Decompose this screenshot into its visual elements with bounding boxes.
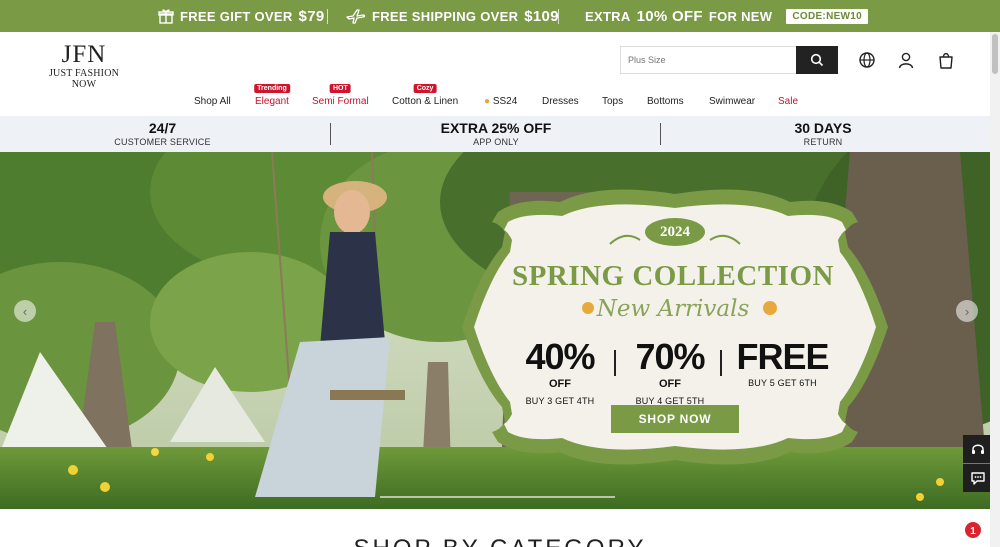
offer-free: FREE BUY 5 GET 6TH xyxy=(735,339,830,389)
nav-label: Swimwear xyxy=(709,96,756,107)
search-icon xyxy=(810,53,824,67)
offer-condition: BUY 3 GET 4TH xyxy=(525,396,595,406)
collection-title: SPRING COLLECTION xyxy=(512,260,834,292)
promo-divider xyxy=(327,9,328,24)
service-app-offer[interactable]: EXTRA 25% OFF APP ONLY xyxy=(420,121,572,147)
service-divider xyxy=(330,123,331,145)
site-logo[interactable]: JFN JUST FASHION NOW xyxy=(36,41,132,91)
promo-new-amount: 10% OFF xyxy=(636,7,703,25)
nav-label: Semi Formal xyxy=(312,96,369,107)
section-title: SHOP BY CATEGORY xyxy=(0,535,1000,547)
service-title: 24/7 xyxy=(148,120,177,136)
offer-divider xyxy=(720,350,722,376)
chevron-left-icon: ‹ xyxy=(22,303,28,319)
nav-badge-hot: HOT xyxy=(329,84,351,93)
nav-label: Elegant xyxy=(255,96,289,107)
promo-free-shipping-amount: $109 xyxy=(524,7,559,25)
chat-button[interactable] xyxy=(963,464,993,492)
bag-icon[interactable] xyxy=(937,51,955,69)
logo-mark: JFN xyxy=(61,41,107,68)
service-customer[interactable]: 24/7 CUSTOMER SERVICE xyxy=(105,121,220,147)
nav-item-elegant[interactable]: Trending Elegant xyxy=(254,84,290,107)
logo-subtitle: JUST FASHION NOW xyxy=(48,68,120,90)
nav-item-shop-all[interactable]: Shop All xyxy=(194,96,231,107)
offer-divider xyxy=(614,350,616,376)
promo-new-post: FOR NEW xyxy=(708,8,773,24)
chevron-right-icon: › xyxy=(964,303,970,319)
nav-badge-cozy: Cozy xyxy=(413,84,437,93)
offer-40-off: 40%OFF BUY 3 GET 4TH xyxy=(515,339,605,407)
collection-year: 2024 xyxy=(645,218,705,246)
nav-item-swimwear[interactable]: Swimwear xyxy=(709,96,755,107)
search-button[interactable] xyxy=(796,46,838,74)
offer-percent: FREE xyxy=(736,336,829,377)
promo-free-gift-text: FREE GIFT OVER xyxy=(180,8,293,24)
offer-percent: 70% xyxy=(635,336,705,377)
offer-70-off: 70%OFF BUY 4 GET 5TH xyxy=(625,339,715,407)
promo-free-gift[interactable]: FREE GIFT OVER $79 xyxy=(158,0,324,32)
promo-code-badge: CODE:NEW10 xyxy=(786,8,869,24)
sun-emoji-icon: ● xyxy=(484,96,491,107)
service-subtitle: APP ONLY xyxy=(473,137,519,147)
nav-label: Dresses xyxy=(542,96,579,107)
offer-percent: 40% xyxy=(525,336,595,377)
service-divider xyxy=(660,123,661,145)
carousel-next-button[interactable]: › xyxy=(956,300,978,322)
nav-label: Bottoms xyxy=(647,96,684,107)
offer-condition: BUY 5 GET 6TH xyxy=(748,378,817,388)
promo-free-shipping-text: FREE SHIPPING OVER xyxy=(372,8,519,24)
gift-icon xyxy=(158,9,174,24)
scrollbar-thumb[interactable] xyxy=(992,34,998,74)
search-input[interactable] xyxy=(621,47,796,73)
nav-label: SS24 xyxy=(492,96,518,107)
headset-icon xyxy=(972,444,984,454)
promo-bar: FREE GIFT OVER $79 FREE SHIPPING OVER $1… xyxy=(0,0,1000,32)
promo-divider xyxy=(558,9,559,24)
globe-icon[interactable] xyxy=(858,51,876,69)
promo-new-customer[interactable]: EXTRA 10% OFF FOR NEW CODE:NEW10 xyxy=(585,0,869,32)
search-bar xyxy=(620,46,838,74)
collection-subtitle: New Arrivals xyxy=(596,296,750,322)
promo-free-gift-amount: $79 xyxy=(298,7,325,25)
nav-label: Tops xyxy=(602,96,624,107)
nav-label: Cotton & Linen xyxy=(392,96,459,107)
offer-off-label: OFF xyxy=(659,378,681,390)
main-nav: Shop All Trending Elegant HOT Semi Formal … xyxy=(0,84,1000,116)
chat-icon xyxy=(971,472,985,485)
carousel-indicator[interactable] xyxy=(380,496,615,498)
carousel-prev-button[interactable]: ‹ xyxy=(14,300,36,322)
nav-label: Sale xyxy=(778,96,799,107)
nav-badge-trending: Trending xyxy=(254,84,290,93)
nav-item-ss24[interactable]: ● SS24 xyxy=(484,96,517,107)
customer-support-button[interactable] xyxy=(963,435,993,463)
nav-item-bottoms[interactable]: Bottoms xyxy=(647,96,684,107)
page-scrollbar[interactable] xyxy=(990,32,1000,547)
service-returns[interactable]: 30 DAYS RETURN xyxy=(773,121,873,147)
promo-free-shipping[interactable]: FREE SHIPPING OVER $109 xyxy=(346,0,559,32)
nav-item-dresses[interactable]: Dresses xyxy=(542,96,579,107)
notification-badge[interactable]: 1 xyxy=(963,520,983,540)
service-strip: 24/7 CUSTOMER SERVICE EXTRA 25% OFF APP … xyxy=(0,116,1000,152)
nav-item-tops[interactable]: Tops xyxy=(602,96,623,107)
user-icon[interactable] xyxy=(897,51,915,69)
promo-new-pre: EXTRA xyxy=(585,8,631,24)
hero-background xyxy=(0,152,1000,509)
service-subtitle: CUSTOMER SERVICE xyxy=(114,137,211,147)
offer-off-label: OFF xyxy=(549,378,571,390)
service-title: EXTRA 25% OFF xyxy=(440,120,552,136)
nav-item-semi-formal[interactable]: HOT Semi Formal xyxy=(312,84,369,107)
airplane-icon xyxy=(346,9,366,24)
nav-item-cotton-linen[interactable]: Cozy Cotton & Linen xyxy=(392,84,459,107)
service-title: 30 DAYS xyxy=(794,120,852,136)
nav-item-sale[interactable]: Sale xyxy=(778,96,798,107)
nav-label: Shop All xyxy=(194,96,231,107)
shop-now-button[interactable]: SHOP NOW xyxy=(611,405,739,433)
hero-banner[interactable]: 2024 SPRING COLLECTION New Arrivals 40%O… xyxy=(0,152,1000,509)
service-subtitle: RETURN xyxy=(803,137,843,147)
